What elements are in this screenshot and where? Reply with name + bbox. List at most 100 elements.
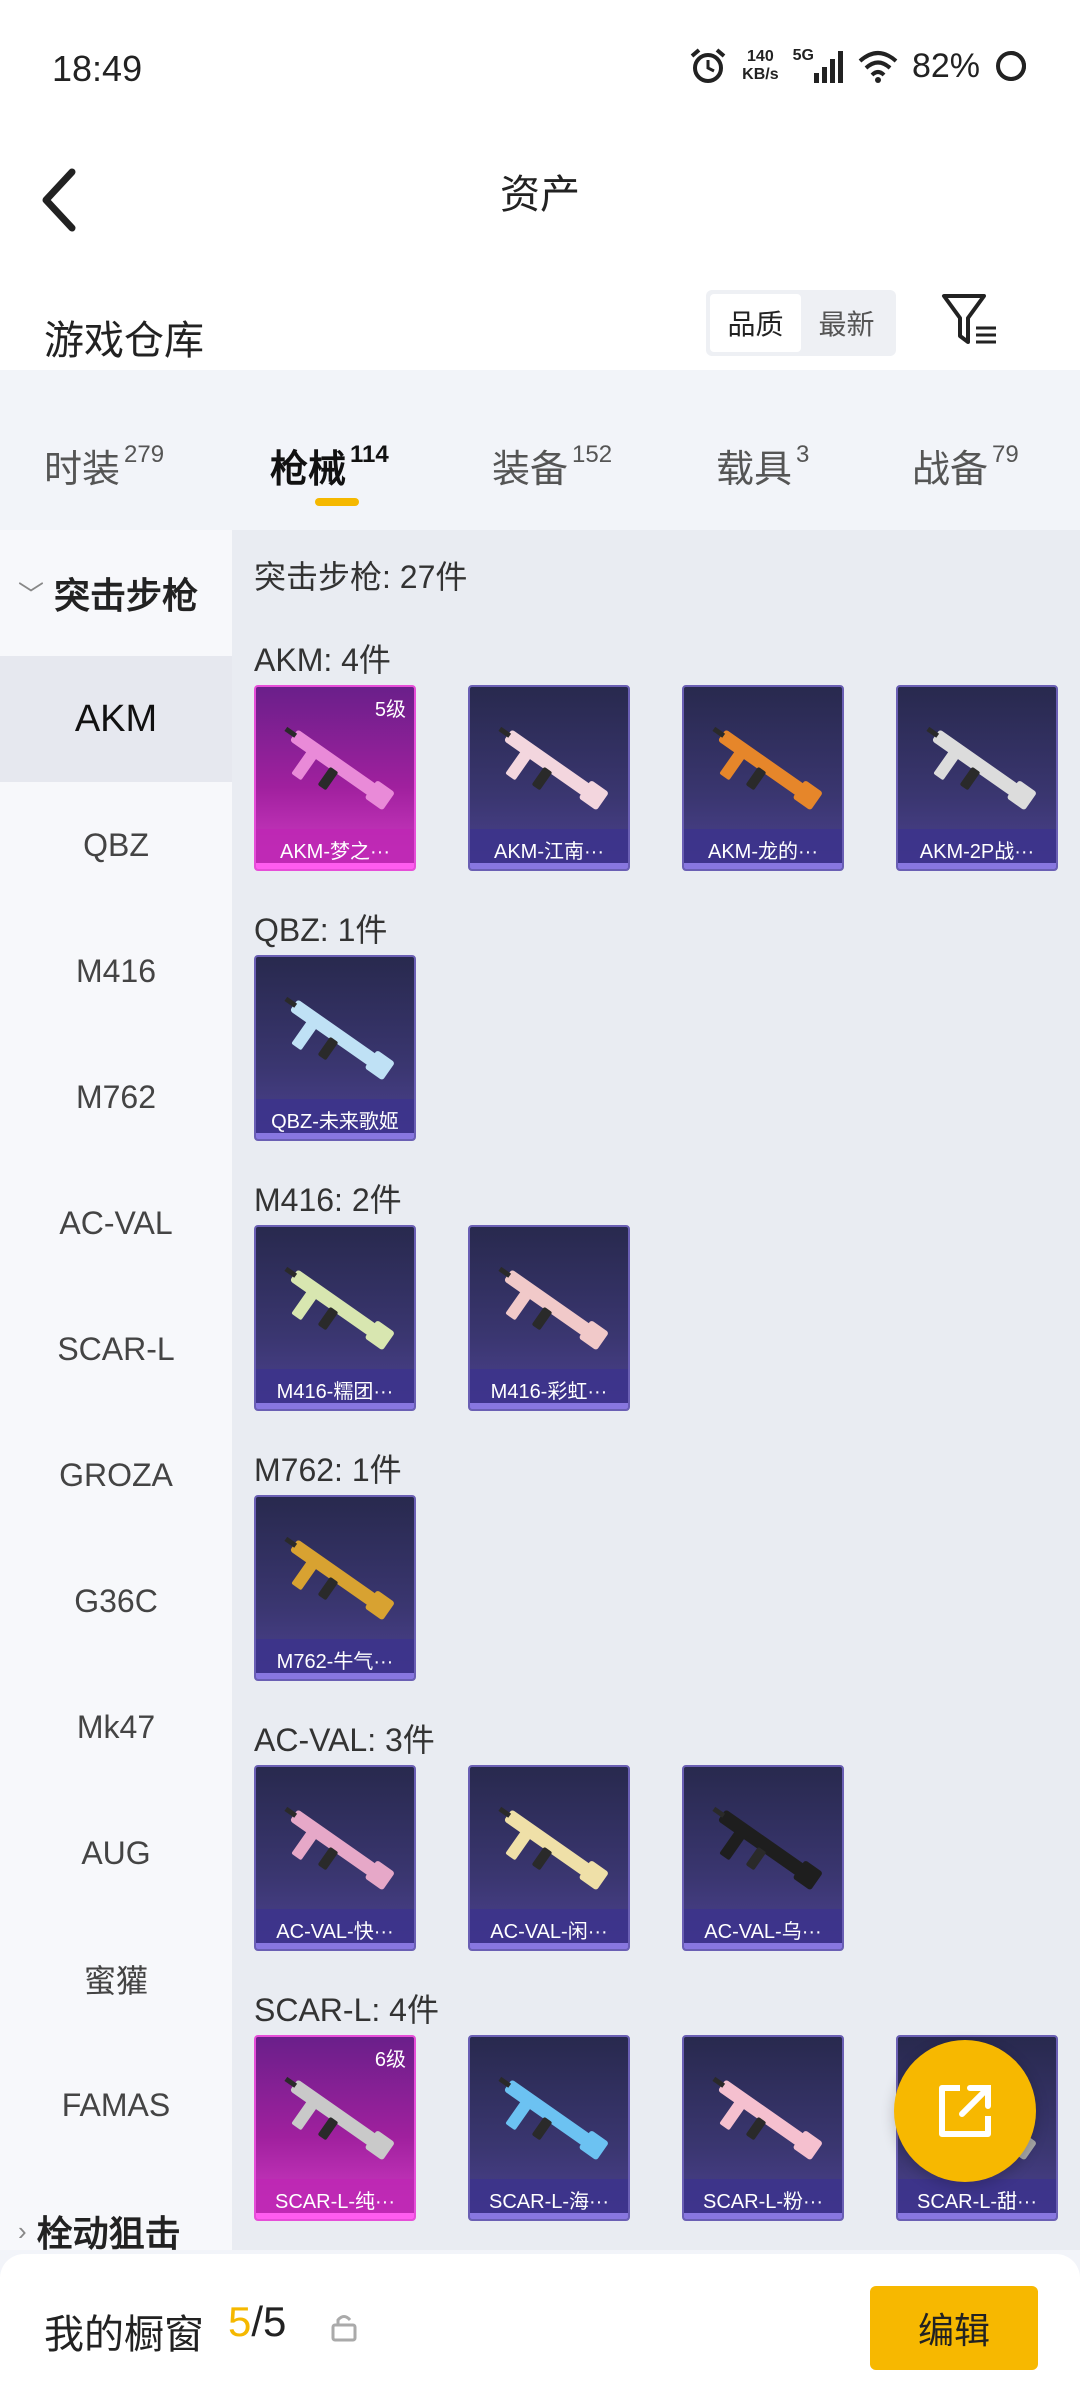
sidebar-item-honey-badger[interactable]: 蜜獾 (0, 1916, 232, 2042)
weapon-card[interactable]: AKM-江南··· (468, 685, 630, 871)
weapon-card[interactable]: 5级 AKM-梦之··· (254, 685, 416, 871)
status-time: 18:49 (52, 48, 143, 89)
rarity-bar (256, 1133, 414, 1139)
level-badge: 6级 (374, 2049, 406, 2071)
sidebar-item-g36c[interactable]: G36C (0, 1538, 232, 1664)
rarity-bar (470, 1403, 628, 1409)
rarity-bar (470, 863, 628, 869)
weapon-card[interactable]: M416-彩虹··· (468, 1225, 630, 1411)
chevron-right-icon: › (18, 2215, 27, 2246)
sidebar-item-qbz[interactable]: QBZ (0, 782, 232, 908)
category-tabs: 时装 279 枪械 114 装备 152 载具 3 战备 79 (0, 400, 1080, 530)
sidebar-item-aug[interactable]: AUG (0, 1790, 232, 1916)
sort-quality-button[interactable]: 品质 (710, 294, 801, 352)
sidebar-item-akm[interactable]: AKM (0, 656, 232, 782)
rarity-bar (684, 863, 842, 869)
weapon-card[interactable]: SCAR-L-海··· (468, 2035, 630, 2221)
group-title: M416: 2件 (254, 1182, 402, 1218)
rifle-icon (712, 2076, 822, 2160)
tab-guns[interactable]: 枪械 114 (270, 438, 389, 493)
section-title: 突击步枪: 27件 (254, 559, 468, 595)
weapon-card[interactable]: SCAR-L-粉··· (682, 2035, 844, 2221)
filter-icon[interactable] (940, 290, 1000, 350)
weapon-card[interactable]: AKM-2P战··· (896, 685, 1058, 871)
lock-icon (331, 2315, 357, 2342)
rarity-bar (684, 2213, 842, 2219)
active-tab-indicator (315, 498, 359, 506)
rifle-icon (284, 726, 394, 810)
group-title: M762: 1件 (254, 1452, 402, 1488)
network-type: 5G (792, 47, 814, 64)
rarity-bar (256, 1943, 414, 1949)
group-title: SCAR-L: 4件 (254, 1992, 439, 2028)
showcase-title: 我的橱窗 (44, 2313, 204, 2357)
rifle-icon (284, 1806, 394, 1890)
sidebar-item-m762[interactable]: M762 (0, 1034, 232, 1160)
rarity-bar (256, 1673, 414, 1679)
rifle-icon (284, 1266, 394, 1350)
tab-vehicles[interactable]: 载具 3 (716, 438, 809, 493)
battery-icon (996, 51, 1026, 81)
rarity-bar (470, 2213, 628, 2219)
weapon-card[interactable]: M762-牛气··· (254, 1495, 416, 1681)
status-icons: 140 KB/s 5G 82% (688, 46, 1028, 86)
rarity-bar (684, 1943, 842, 1949)
sidebar-item-m416[interactable]: M416 (0, 908, 232, 1034)
page-title: 资产 (500, 173, 580, 217)
sidebar-item-ac-val[interactable]: AC-VAL (0, 1160, 232, 1286)
alarm-icon (690, 48, 726, 83)
status-bar: 18:49 140 KB/s 5G 82% (0, 0, 1080, 140)
rarity-bar (898, 2213, 1056, 2219)
share-icon (939, 2085, 991, 2137)
weapon-card[interactable]: M416-糯团··· (254, 1225, 416, 1411)
tab-fashion[interactable]: 时装 279 (44, 438, 164, 493)
sidebar-item-famas[interactable]: FAMAS (0, 2042, 232, 2168)
warehouse-title: 游戏仓库 (44, 319, 204, 363)
group-title: AC-VAL: 3件 (254, 1722, 435, 1758)
battery-percent: 82% (911, 46, 980, 85)
app-header: 资产 游戏仓库 品质 最新 (0, 140, 1080, 370)
group-title: AKM: 4件 (254, 642, 391, 678)
signal-icon (813, 51, 843, 83)
sidebar-item-groza[interactable]: GROZA (0, 1412, 232, 1538)
weapon-card[interactable]: AC-VAL-快··· (254, 1765, 416, 1951)
weapon-card[interactable]: AC-VAL-闲··· (468, 1765, 630, 1951)
rarity-bar (898, 863, 1056, 869)
chevron-down-icon: ﹀ (18, 579, 45, 610)
rarity-bar (256, 1403, 414, 1409)
weapon-card[interactable]: QBZ-未来歌姬 (254, 955, 416, 1141)
rifle-icon (498, 726, 608, 810)
rifle-icon (284, 996, 394, 1080)
sidebar-item-mk47[interactable]: Mk47 (0, 1664, 232, 1790)
tab-equipment[interactable]: 装备 152 (492, 438, 612, 493)
weapon-grid: 突击步枪: 27件 AKM: 4件 5级 AKM-梦之··· AKM-江南··· AKM… (232, 530, 1080, 2250)
edit-button[interactable]: 编辑 (870, 2286, 1038, 2370)
rifle-icon (926, 726, 1036, 810)
sidebar-group-bolt-snipers[interactable]: › 栓动狙击 (0, 2168, 232, 2250)
group-title: QBZ: 1件 (254, 912, 388, 948)
sort-toggle: 品质 最新 (706, 290, 896, 356)
weapon-sidebar: ﹀ 突击步枪 AKM QBZ M416 M762 AC-VAL SCAR-L G… (0, 530, 232, 2250)
level-badge: 5级 (374, 699, 406, 721)
sort-newest-button[interactable]: 最新 (801, 294, 892, 352)
sidebar-item-scar-l[interactable]: SCAR-L (0, 1286, 232, 1412)
showcase-bar: 我的橱窗 5/5 编辑 (0, 2254, 1080, 2400)
rifle-icon (712, 1806, 822, 1890)
sidebar-group-assault-rifles[interactable]: ﹀ 突击步枪 (0, 530, 232, 656)
weapon-card[interactable]: AC-VAL-乌··· (682, 1765, 844, 1951)
share-button[interactable] (894, 2040, 1036, 2182)
net-speed: 140 KB/s (742, 48, 779, 83)
rarity-bar (256, 2213, 414, 2219)
rifle-icon (284, 2076, 394, 2160)
rifle-icon (712, 726, 822, 810)
rifle-icon (498, 1806, 608, 1890)
tab-supplies[interactable]: 战备 79 (912, 438, 1019, 493)
wifi-icon (858, 51, 898, 83)
rarity-bar (256, 863, 414, 869)
rifle-icon (498, 1266, 608, 1350)
weapon-card[interactable]: 6级 SCAR-L-纯··· (254, 2035, 416, 2221)
rifle-icon (498, 2076, 608, 2160)
rarity-bar (470, 1943, 628, 1949)
rifle-icon (284, 1536, 394, 1620)
weapon-card[interactable]: AKM-龙的··· (682, 685, 844, 871)
